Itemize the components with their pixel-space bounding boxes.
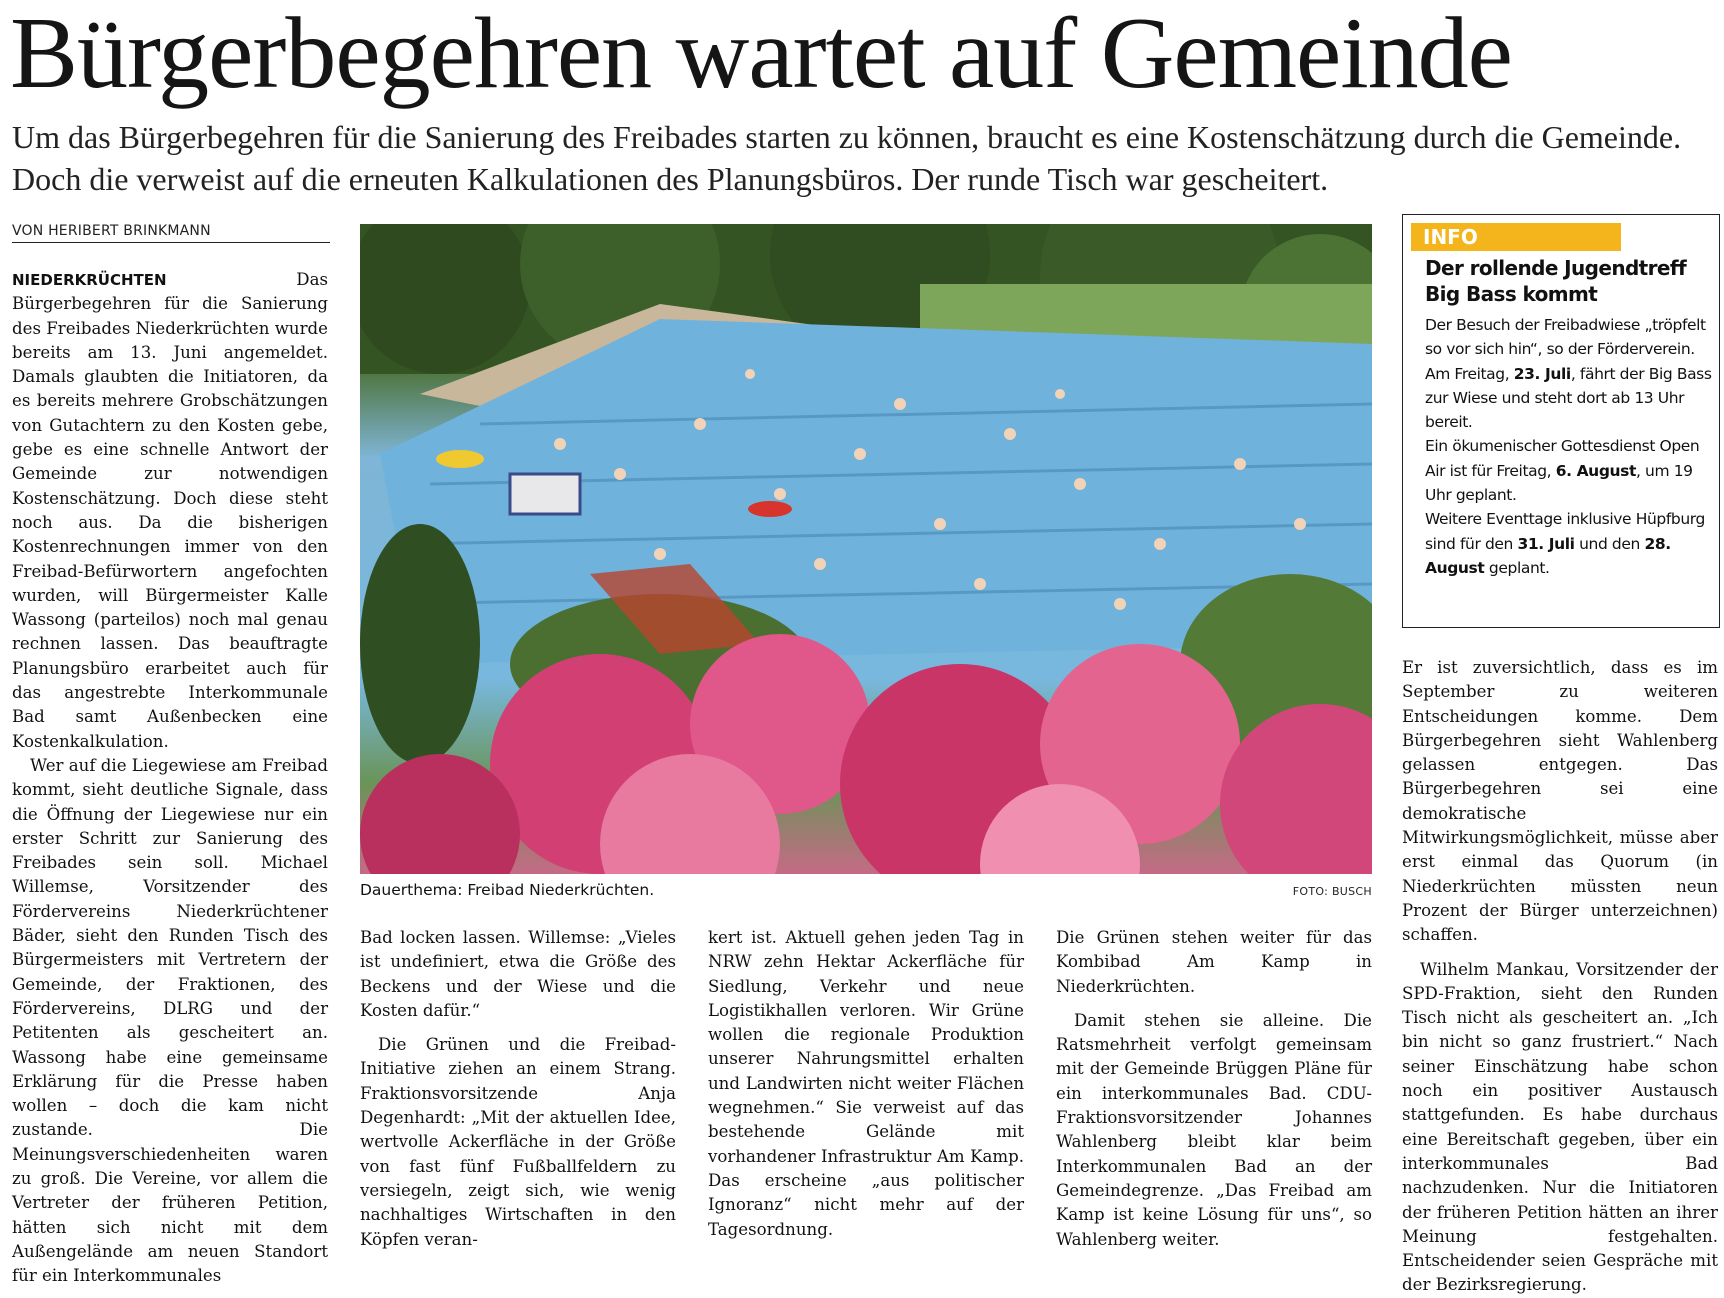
byline: VON HERIBERT BRINKMANN: [12, 222, 330, 243]
paragraph: Bad locken lassen. Willemse: „Vieles ist…: [360, 928, 676, 1020]
article-column-5: Er ist zuversichtlich, dass es im Septem…: [1402, 656, 1718, 1298]
caption-text: Dauerthema: Freibad Niederkrüchten.: [360, 881, 655, 899]
photo-caption: Dauerthema: Freibad Niederkrüchten. FOTO…: [360, 878, 1372, 902]
info-text-run: Am Freitag,: [1425, 364, 1514, 383]
paragraph: Wer auf die Liegewiese am Freibad kommt,…: [12, 755, 328, 1286]
info-label: INFO: [1411, 223, 1621, 251]
info-paragraph: Weitere Eventtage inklusive Hüpfburg sin…: [1425, 507, 1715, 580]
info-text: Der Besuch der Freibadwiese „tröpfelt so…: [1425, 313, 1715, 580]
info-text-run: geplant.: [1484, 558, 1550, 577]
headline: Bürgerbegehren wartet auf Gemeinde: [10, 0, 1513, 110]
info-text-run: und den: [1574, 534, 1645, 553]
paragraph: NIEDERKRÜCHTEN Das Bürgerbegehren für di…: [12, 268, 328, 754]
article-column-3: kert ist. Aktuell gehen jeden Tag in NRW…: [708, 926, 1024, 1242]
info-paragraph: Ein ökumenischer Gottesdienst Open Air i…: [1425, 434, 1715, 507]
info-date: 23. Juli: [1513, 364, 1571, 383]
paragraph-text: Das Bürgerbegehren für die Sanierung des…: [12, 270, 328, 751]
info-paragraph: Der Besuch der Freibadwiese „tröpfelt so…: [1425, 316, 1706, 359]
paragraph: Wilhelm Mankau, Vorsitzender der SPD-Fra…: [1402, 959, 1718, 1295]
article-column-2: Bad locken lassen. Willemse: „Vieles ist…: [360, 926, 676, 1252]
paragraph: kert ist. Aktuell gehen jeden Tag in NRW…: [708, 928, 1024, 1239]
info-title: Der rollende Jugendtreff Big Bass kommt: [1425, 256, 1687, 306]
info-date: 6. August: [1555, 461, 1637, 480]
info-box: INFO Der rollende Jugendtreff Big Bass k…: [1402, 214, 1720, 628]
article-column-1: NIEDERKRÜCHTEN Das Bürgerbegehren für di…: [12, 268, 328, 1288]
paragraph: Die Grünen und die Freibad-Initiative zi…: [360, 1035, 676, 1249]
photo-credit: FOTO: BUSCH: [1292, 885, 1372, 898]
photo-illustration: [360, 224, 1372, 874]
article-column-4: Die Grünen stehen weiter für das Kombiba…: [1056, 926, 1372, 1252]
paragraph: Er ist zuversichtlich, dass es im Septem…: [1402, 658, 1718, 945]
paragraph: Damit stehen sie alleine. Die Ratsmehrhe…: [1056, 1010, 1372, 1249]
info-date: 31. Juli: [1517, 534, 1575, 553]
info-paragraph: Am Freitag, 23. Juli, fährt der Big Bass…: [1425, 362, 1715, 435]
article-photo: [360, 224, 1372, 874]
dateline: NIEDERKRÜCHTEN: [12, 271, 167, 289]
deck-subheadline: Um das Bürgerbegehren für die Sanierung …: [12, 119, 1682, 197]
paragraph: Die Grünen stehen weiter für das Kombiba…: [1056, 928, 1372, 996]
